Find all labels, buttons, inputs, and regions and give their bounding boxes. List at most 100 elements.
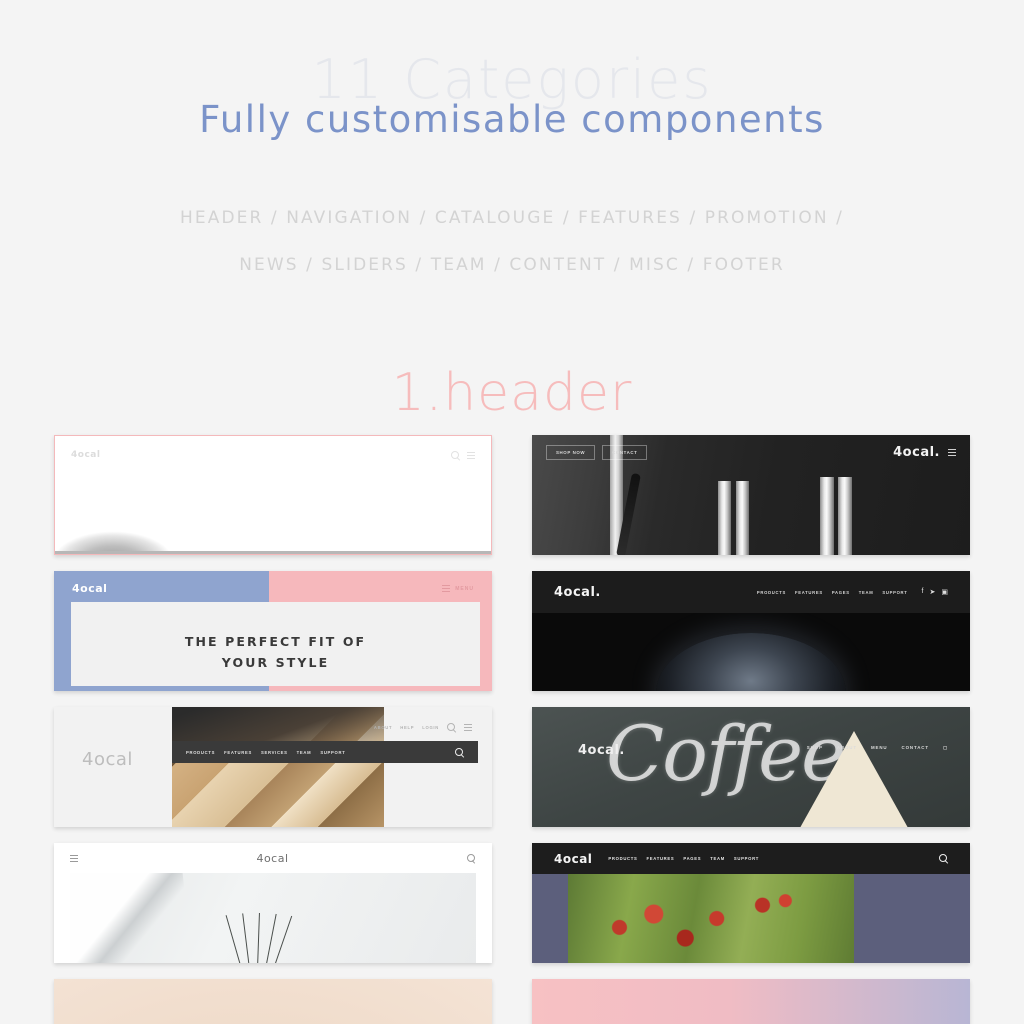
page-title: Fully customisable components [199, 98, 825, 141]
nav-item-pages[interactable]: PAGES [683, 856, 701, 861]
vegetables-photo [568, 874, 854, 963]
grass-photo-5 [273, 915, 293, 963]
search-icon[interactable] [939, 854, 948, 863]
nav-links: PRODUCTS FEATURES SERVICES TEAM SUPPORT [186, 750, 346, 755]
nav-item-menu[interactable]: MENU [871, 745, 888, 751]
bottle-photo-3 [820, 477, 834, 555]
nav-item-help[interactable]: HELP [400, 725, 414, 730]
nav-item-products[interactable]: PRODUCTS [757, 590, 786, 595]
shop-now-button[interactable]: SHOP NOW [546, 445, 596, 460]
brand-logo[interactable]: 4ocal. [554, 585, 601, 600]
header-preview-dark-veggies[interactable]: 4ocal PRODUCTS FEATURES PAGES TEAM SUPPO… [532, 843, 970, 963]
brand-logo[interactable]: 4ocal [554, 852, 592, 866]
topbar-brand-group: 4ocal. [893, 445, 956, 460]
header-preview-dark-lens[interactable]: 4ocal. PRODUCTS FEATURES PAGES TEAM SUPP… [532, 571, 970, 691]
preview-navbar: PRODUCTS FEATURES SERVICES TEAM SUPPORT [172, 741, 478, 763]
nav-item-support[interactable]: SUPPORT [734, 856, 759, 861]
topbar-right: PRODUCTS FEATURES PAGES TEAM SUPPORT f ➤… [757, 588, 948, 596]
search-icon[interactable] [466, 853, 476, 863]
header-preview-coffee-chalkboard[interactable]: Coffee 4ocal. SHOP ABOUT MENU CONTACT ▢ [532, 707, 970, 827]
header-previews-grid: 4ocal SHOP NOW CONTACT 4ocal. THE PERFEC… [54, 435, 970, 1024]
preview-topbar: 4ocal [55, 450, 491, 460]
nav-item-services[interactable]: SERVICES [261, 750, 288, 755]
twitter-icon[interactable]: ➤ [930, 588, 936, 596]
slogan: THE PERFECT FIT OF YOUR STYLE [185, 632, 366, 673]
preview-topbar: SHOP NOW CONTACT 4ocal. [532, 445, 970, 460]
brand-logo[interactable]: 4ocal [71, 450, 100, 460]
nav-item-login[interactable]: LOGIN [422, 725, 439, 730]
bottle-photo-2 [736, 481, 749, 555]
section-title-header: 1.header [391, 362, 633, 423]
hero-section: 11 Categories Fully customisable compone… [0, 0, 1024, 289]
header-preview-dark-bottles[interactable]: SHOP NOW CONTACT 4ocal. [532, 435, 970, 555]
category-list-line-1: HEADER / NAVIGATION / CATALOUGE / FEATUR… [179, 208, 844, 228]
nav-item-team[interactable]: TEAM [297, 750, 312, 755]
menu-toggle[interactable]: MENU [442, 585, 474, 592]
nav-item-team[interactable]: TEAM [859, 590, 874, 595]
topbar-buttons: SHOP NOW CONTACT [546, 445, 648, 460]
preview-topbar: 4ocal [54, 843, 492, 873]
hamburger-icon[interactable] [948, 449, 956, 456]
nav-links: PRODUCTS FEATURES PAGES TEAM SUPPORT [757, 590, 908, 595]
bottle-photo-1 [718, 481, 731, 555]
category-list-line-2: NEWS / SLIDERS / TEAM / CONTENT / MISC /… [239, 254, 785, 275]
search-icon[interactable] [447, 723, 456, 732]
header-preview-white-minimal[interactable]: 4ocal [54, 435, 492, 555]
slogan-line-2: YOUR STYLE [221, 655, 330, 670]
facebook-icon[interactable]: f [922, 588, 924, 596]
nav-item-features[interactable]: FEATURES [647, 856, 675, 861]
hamburger-icon[interactable] [442, 585, 451, 592]
grass-photo-4 [264, 913, 277, 963]
nav-item-pages[interactable]: PAGES [832, 590, 850, 595]
brand-logo[interactable]: 4ocal [72, 582, 107, 595]
brand-logo[interactable]: 4ocal. [578, 743, 625, 758]
camera-lens-photo [656, 633, 846, 691]
header-preview-gradient-partial[interactable] [532, 979, 970, 1024]
header-preview-peach-partial[interactable] [54, 979, 492, 1024]
grass-photo-2 [241, 913, 251, 963]
nav-item-about[interactable]: ABOUT [374, 725, 392, 730]
nav-item-products[interactable]: PRODUCTS [608, 856, 637, 861]
nav-item-products[interactable]: PRODUCTS [186, 750, 215, 755]
nav-item-support[interactable]: SUPPORT [320, 750, 345, 755]
grass-photo-3 [256, 913, 261, 963]
cart-icon[interactable]: ▢ [943, 745, 948, 751]
topbar-icons [451, 450, 475, 460]
content-panel: THE PERFECT FIT OF YOUR STYLE [71, 602, 480, 686]
hamburger-icon[interactable] [467, 451, 475, 459]
nav-links: PRODUCTS FEATURES PAGES TEAM SUPPORT [608, 856, 759, 861]
hamburger-icon[interactable] [464, 724, 472, 731]
nav-item-team[interactable]: TEAM [710, 856, 725, 861]
nav-item-about[interactable]: ABOUT [837, 745, 857, 751]
utility-links: ABOUT HELP LOGIN [374, 723, 472, 732]
social-icons: f ➤ ▣ [922, 588, 948, 596]
mountain-photo [57, 512, 197, 554]
grass-photo-1 [225, 914, 242, 963]
nav-item-support[interactable]: SUPPORT [882, 590, 907, 595]
menu-label: MENU [455, 585, 474, 592]
header-preview-wood-geometry[interactable]: 4ocal ABOUT HELP LOGIN PRODUCTS FEATURES… [54, 707, 492, 827]
wood-geometry-photo [172, 707, 384, 827]
header-preview-split-blue-pink[interactable]: THE PERFECT FIT OF YOUR STYLE 4ocal MENU [54, 571, 492, 691]
nav-links: SHOP ABOUT MENU CONTACT ▢ [807, 745, 948, 751]
photo-shelf [55, 551, 491, 554]
brand-logo[interactable]: 4ocal. [893, 445, 940, 460]
instagram-icon[interactable]: ▣ [941, 588, 948, 596]
nav-item-shop[interactable]: SHOP [807, 745, 823, 751]
search-icon[interactable] [451, 450, 460, 460]
nav-item-features[interactable]: FEATURES [224, 750, 252, 755]
header-preview-light-centered[interactable]: 4ocal [54, 843, 492, 963]
hamburger-icon[interactable] [70, 854, 78, 862]
brand-logo[interactable]: 4ocal [256, 852, 288, 865]
preview-topbar: 4ocal PRODUCTS FEATURES PAGES TEAM SUPPO… [532, 843, 970, 874]
category-list: HEADER / NAVIGATION / CATALOUGE / FEATUR… [0, 195, 1024, 289]
contact-button[interactable]: CONTACT [602, 445, 648, 460]
nav-item-contact[interactable]: CONTACT [902, 745, 929, 751]
minimal-interior-photo [70, 873, 476, 963]
preview-topbar: 4ocal MENU [54, 582, 492, 595]
nav-item-features[interactable]: FEATURES [795, 590, 823, 595]
slogan-line-1: THE PERFECT FIT OF [184, 634, 367, 650]
bottle-photo-4 [838, 477, 852, 555]
brand-logo[interactable]: 4ocal [82, 749, 133, 770]
search-icon[interactable] [455, 747, 464, 757]
